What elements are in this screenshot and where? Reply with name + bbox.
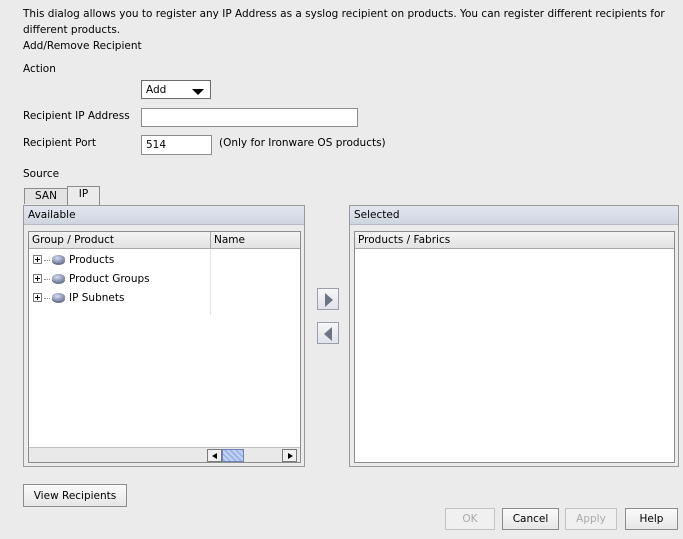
tree-item-ip-subnets[interactable]: IP Subnets bbox=[33, 289, 124, 308]
available-tree[interactable]: Group / Product Name Products Product Gr… bbox=[28, 231, 301, 463]
section-title: Add/Remove Recipient bbox=[23, 40, 142, 52]
tab-san[interactable]: SAN bbox=[24, 188, 68, 204]
subnet-icon bbox=[52, 293, 65, 301]
arrow-right-icon bbox=[325, 293, 333, 307]
recipient-ip-label: Recipient IP Address bbox=[23, 110, 130, 122]
column-divider bbox=[210, 249, 211, 315]
expand-icon[interactable] bbox=[33, 273, 42, 283]
horizontal-scrollbar[interactable] bbox=[29, 447, 300, 462]
recipient-port-note: (Only for Ironware OS products) bbox=[219, 137, 386, 149]
tree-item-label: IP Subnets bbox=[69, 292, 125, 304]
ok-button[interactable]: OK bbox=[445, 508, 495, 530]
recipient-port-label: Recipient Port bbox=[23, 137, 96, 149]
add-to-selected-button[interactable] bbox=[317, 288, 339, 310]
available-panel: Available Group / Product Name Products … bbox=[23, 205, 305, 467]
tree-item-label: Product Groups bbox=[69, 273, 150, 285]
product-group-icon bbox=[52, 274, 65, 282]
view-recipients-button[interactable]: View Recipients bbox=[23, 484, 127, 507]
selected-panel: Selected Products / Fabrics bbox=[349, 205, 679, 467]
column-header-group-product[interactable]: Group / Product bbox=[29, 232, 211, 249]
action-dropdown[interactable]: Add bbox=[141, 80, 211, 99]
column-header-products-fabrics[interactable]: Products / Fabrics bbox=[355, 232, 674, 249]
scroll-right-button[interactable] bbox=[282, 449, 297, 462]
chevron-down-icon bbox=[192, 89, 204, 95]
expand-icon[interactable] bbox=[33, 292, 42, 302]
selected-list[interactable]: Products / Fabrics bbox=[354, 231, 675, 463]
expand-icon[interactable] bbox=[33, 254, 42, 264]
recipient-ip-input[interactable] bbox=[141, 108, 358, 127]
available-title: Available bbox=[24, 206, 304, 225]
tree-item-product-groups[interactable]: Product Groups bbox=[33, 270, 150, 289]
arrow-right-icon bbox=[288, 453, 293, 459]
arrow-left-icon bbox=[212, 453, 217, 459]
tab-ip[interactable]: IP bbox=[67, 186, 100, 205]
tree-item-label: Products bbox=[69, 254, 115, 266]
action-label: Action bbox=[23, 63, 56, 75]
scrollbar-thumb[interactable] bbox=[222, 449, 244, 462]
product-icon bbox=[52, 255, 65, 263]
scroll-left-button[interactable] bbox=[207, 449, 222, 462]
apply-button[interactable]: Apply bbox=[565, 508, 617, 530]
recipient-port-input[interactable] bbox=[141, 135, 212, 155]
tree-item-products[interactable]: Products bbox=[33, 251, 114, 270]
cancel-button[interactable]: Cancel bbox=[502, 508, 559, 530]
selected-title: Selected bbox=[350, 206, 678, 225]
source-label: Source bbox=[23, 168, 60, 180]
arrow-left-icon bbox=[324, 327, 332, 341]
help-button[interactable]: Help bbox=[625, 508, 678, 530]
remove-from-selected-button[interactable] bbox=[317, 322, 339, 344]
action-value: Add bbox=[146, 84, 167, 96]
intro-text: This dialog allows you to register any I… bbox=[23, 8, 665, 36]
column-header-name[interactable]: Name bbox=[211, 232, 300, 249]
